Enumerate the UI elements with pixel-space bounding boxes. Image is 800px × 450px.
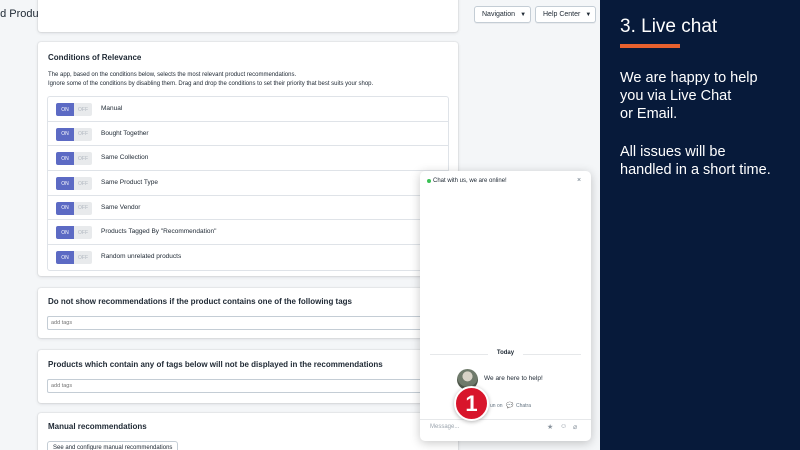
brand-link[interactable]: Chatra: [516, 403, 531, 409]
chat-bubble-icon: 💬: [506, 403, 514, 409]
help-center-button[interactable]: Help Center ▼: [535, 6, 596, 23]
conditions-description: The app, based on the conditions below, …: [48, 71, 373, 89]
condition-toggle[interactable]: ON OFF: [56, 152, 92, 166]
toggle-off[interactable]: OFF: [74, 226, 92, 240]
conditions-desc-line2: Ignore some of the conditions by disabli…: [48, 81, 374, 87]
toggle-off[interactable]: OFF: [74, 103, 92, 116]
rate-icon[interactable]: ★: [547, 423, 553, 431]
condition-row[interactable]: ON OFF Same Product Type: [48, 171, 448, 196]
message-input[interactable]: Message...: [430, 424, 459, 430]
navigation-button[interactable]: Navigation ▼: [474, 6, 531, 23]
condition-row[interactable]: ON OFF Bought Together: [48, 122, 448, 147]
exclude-tags-card: Do not show recommendations if the produ…: [38, 288, 458, 338]
caret-down-icon: ▼: [520, 11, 527, 18]
navigation-label: Navigation: [482, 11, 516, 18]
hidden-tags-title: Products which contain any of tags below…: [48, 360, 383, 369]
agent-message: We are here to help!: [484, 375, 543, 382]
conditions-title: Conditions of Relevance: [48, 53, 142, 62]
powered-by-text: un on: [490, 403, 503, 409]
condition-label: Bought Together: [101, 129, 149, 137]
today-label: Today: [488, 350, 523, 356]
step-badge: 1: [454, 386, 489, 421]
toggle-on[interactable]: ON: [56, 127, 74, 141]
chat-widget: Chat with us, we are online! × Today We …: [420, 171, 591, 441]
toggle-on[interactable]: ON: [56, 251, 74, 265]
condition-row[interactable]: ON OFF Same Vendor: [48, 196, 448, 221]
attach-icon[interactable]: ⌀: [573, 423, 577, 431]
condition-label: Same Collection: [101, 154, 149, 162]
condition-label: Products Tagged By "Recommendation": [101, 228, 217, 236]
toggle-off[interactable]: OFF: [74, 127, 92, 141]
previous-card: [38, 0, 458, 32]
condition-row[interactable]: ON OFF Products Tagged By "Recommendatio…: [48, 220, 448, 246]
toggle-on[interactable]: ON: [56, 177, 74, 191]
hidden-tags-input[interactable]: [47, 379, 449, 393]
chat-status: Chat with us, we are online!: [433, 178, 507, 184]
condition-toggle[interactable]: ON OFF: [56, 251, 92, 265]
toggle-off[interactable]: OFF: [74, 201, 92, 215]
hidden-tags-card: Products which contain any of tags below…: [38, 350, 458, 403]
condition-label: Same Vendor: [101, 203, 141, 211]
condition-row[interactable]: ON OFF Same Collection: [48, 146, 448, 172]
conditions-desc-line1: The app, based on the conditions below, …: [48, 72, 297, 78]
caret-down-icon: ▼: [585, 11, 592, 18]
exclude-tags-input[interactable]: [47, 316, 449, 330]
close-icon[interactable]: ×: [577, 177, 581, 184]
condition-toggle[interactable]: ON OFF: [56, 226, 92, 240]
condition-label: Random unrelated products: [101, 253, 182, 261]
toggle-on[interactable]: ON: [56, 103, 74, 116]
emoji-icon[interactable]: ☺: [560, 423, 567, 430]
condition-label: Same Product Type: [101, 179, 158, 187]
side-paragraph-2: All issues will be handled in a short ti…: [620, 144, 771, 178]
condition-toggle[interactable]: ON OFF: [56, 177, 92, 191]
conditions-list: ON OFF Manual ON OFF Bought Together ON …: [47, 96, 449, 271]
side-title: 3. Live chat: [620, 16, 718, 37]
chat-header: Chat with us, we are online! ×: [420, 171, 591, 193]
condition-toggle[interactable]: ON OFF: [56, 127, 92, 141]
condition-toggle[interactable]: ON OFF: [56, 201, 92, 215]
condition-row[interactable]: ON OFF Manual: [48, 97, 448, 122]
side-panel: 3. Live chat We are happy to help you vi…: [600, 0, 800, 450]
online-indicator-icon: [427, 179, 431, 183]
configure-manual-button[interactable]: See and configure manual recommendations: [47, 441, 179, 450]
exclude-tags-title: Do not show recommendations if the produ…: [48, 297, 353, 306]
accent-bar: [620, 44, 680, 48]
toggle-off[interactable]: OFF: [74, 251, 92, 265]
condition-label: Manual: [101, 105, 123, 112]
side-paragraph-1: We are happy to help you via Live Chat o…: [620, 70, 758, 122]
manual-recommendations-card: Manual recommendations See and configure…: [38, 413, 458, 450]
toggle-on[interactable]: ON: [56, 152, 74, 166]
manual-title: Manual recommendations: [48, 422, 147, 431]
conditions-card: Conditions of Relevance The app, based o…: [38, 42, 458, 276]
condition-toggle[interactable]: ON OFF: [56, 103, 92, 116]
condition-row[interactable]: ON OFF Random unrelated products: [48, 245, 448, 270]
toggle-on[interactable]: ON: [56, 201, 74, 215]
toggle-off[interactable]: OFF: [74, 177, 92, 191]
toggle-on[interactable]: ON: [56, 226, 74, 240]
help-center-label: Help Center: [543, 11, 581, 18]
toggle-off[interactable]: OFF: [74, 152, 92, 166]
